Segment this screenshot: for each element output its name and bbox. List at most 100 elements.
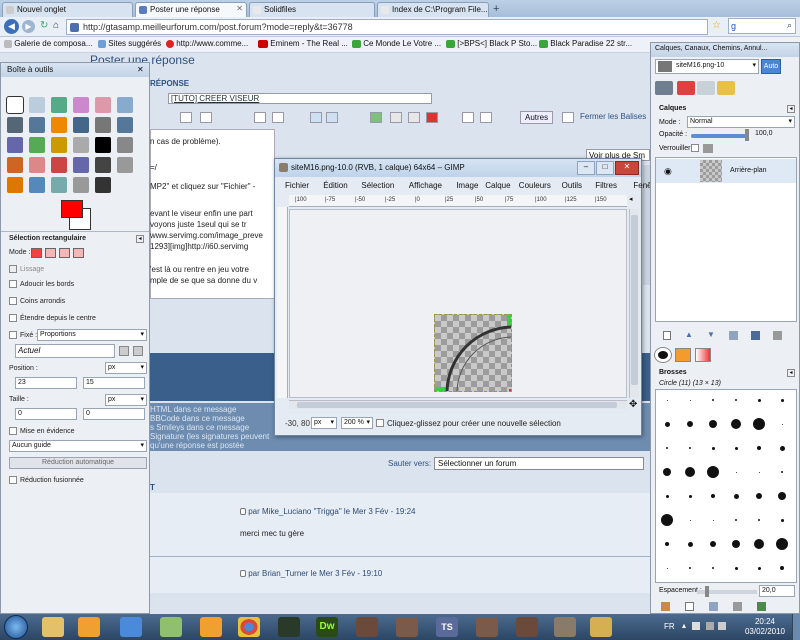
auto-button[interactable]: Auto bbox=[761, 59, 781, 74]
brush-item[interactable] bbox=[757, 446, 761, 450]
menu-item[interactable]: Image bbox=[456, 181, 478, 190]
brush-item[interactable] bbox=[661, 514, 673, 526]
brush-item[interactable] bbox=[758, 519, 760, 521]
checkbox[interactable] bbox=[9, 476, 17, 484]
tool-icon[interactable] bbox=[6, 96, 24, 114]
tool-icon[interactable] bbox=[117, 117, 133, 133]
brush-item[interactable] bbox=[733, 493, 739, 499]
brush-item[interactable] bbox=[757, 566, 761, 570]
menu-icon[interactable]: ◂ bbox=[787, 369, 795, 377]
spacing-input[interactable]: 20,0 bbox=[759, 585, 795, 597]
navigate-icon[interactable]: ◂ bbox=[629, 195, 639, 207]
tab-new[interactable]: Nouvel onglet bbox=[2, 2, 133, 17]
size-width-input[interactable]: 0 bbox=[15, 408, 77, 420]
game-icon[interactable] bbox=[396, 617, 418, 637]
move-icon[interactable]: ✥ bbox=[629, 399, 637, 410]
table-icon[interactable] bbox=[390, 112, 402, 123]
align-icon[interactable] bbox=[254, 112, 266, 123]
tool-icon[interactable] bbox=[7, 117, 23, 133]
bookmark-item[interactable]: Sites suggérés bbox=[98, 39, 161, 48]
list-icon[interactable] bbox=[200, 112, 212, 123]
tool-icon[interactable] bbox=[95, 137, 111, 153]
checkbox[interactable] bbox=[9, 265, 17, 273]
menu-item[interactable]: Couleurs bbox=[519, 181, 551, 190]
brush-item[interactable] bbox=[754, 539, 764, 549]
image-select[interactable]: siteM16.png-10 ▾ bbox=[655, 59, 759, 74]
game-icon[interactable] bbox=[516, 617, 538, 637]
brush-item[interactable] bbox=[712, 567, 714, 569]
dreamweaver-icon[interactable]: Dw bbox=[316, 617, 338, 637]
raise-layer-icon[interactable]: ▲ bbox=[685, 330, 693, 339]
brush-item[interactable] bbox=[732, 540, 740, 548]
foreground-color-swatch[interactable] bbox=[61, 200, 83, 218]
checkbox[interactable] bbox=[9, 297, 17, 305]
eye-icon[interactable]: ◉ bbox=[664, 166, 672, 177]
horizontal-scrollbar[interactable] bbox=[289, 400, 627, 409]
brush-item[interactable] bbox=[731, 419, 741, 429]
zoom-select[interactable]: 200 % ▾ bbox=[341, 417, 373, 429]
anchor-icon[interactable] bbox=[751, 331, 760, 340]
scrollbar-thumb[interactable] bbox=[631, 215, 638, 385]
bookmark-item[interactable]: Ce Monde Le Votre ... bbox=[352, 39, 441, 48]
close-icon[interactable]: ✕ bbox=[137, 65, 144, 74]
brush-item[interactable] bbox=[688, 494, 692, 498]
channels-tab-icon[interactable] bbox=[677, 81, 695, 95]
brush-item[interactable] bbox=[711, 446, 715, 450]
url-input[interactable]: http://gtasamp.meilleurforum.com/post.fo… bbox=[66, 19, 708, 35]
checkbox[interactable] bbox=[9, 331, 17, 339]
tool-icon[interactable] bbox=[7, 177, 23, 193]
tool-icon[interactable] bbox=[29, 177, 45, 193]
paths-tab-icon[interactable] bbox=[697, 81, 715, 95]
tool-icon[interactable] bbox=[73, 157, 89, 173]
teamspeak-icon[interactable]: TS bbox=[436, 617, 458, 637]
tool-icon[interactable] bbox=[51, 177, 67, 193]
brush-item[interactable] bbox=[666, 447, 668, 449]
chrome-icon[interactable] bbox=[238, 617, 260, 637]
menu-item[interactable]: Affichage bbox=[409, 181, 442, 190]
bookmark-item[interactable]: [>BPS<] Black P Sto... bbox=[446, 39, 537, 48]
brush-item[interactable] bbox=[709, 420, 717, 428]
tool-icon[interactable] bbox=[7, 157, 23, 173]
antialias-option[interactable]: Lissage bbox=[9, 265, 44, 273]
brush-item[interactable] bbox=[781, 423, 783, 425]
brush-item[interactable] bbox=[757, 398, 761, 402]
brush-item[interactable] bbox=[685, 467, 695, 477]
checkbox[interactable] bbox=[9, 314, 17, 322]
tool-icon[interactable] bbox=[73, 177, 89, 193]
brush-item[interactable] bbox=[664, 421, 670, 427]
bookmark-item[interactable]: Galerie de composa... bbox=[4, 39, 93, 48]
tool-icon[interactable] bbox=[51, 157, 67, 173]
lower-layer-icon[interactable]: ▼ bbox=[707, 330, 715, 339]
language-indicator[interactable]: FR bbox=[664, 622, 675, 631]
tool-icon[interactable] bbox=[29, 97, 45, 113]
headphones-icon[interactable] bbox=[200, 617, 222, 637]
bookmark-item[interactable]: http://www.comme... bbox=[166, 39, 248, 48]
unit-select[interactable]: px ▾ bbox=[311, 417, 337, 429]
menu-item[interactable]: Filtres bbox=[595, 181, 617, 190]
brush-item[interactable] bbox=[758, 471, 760, 473]
patterns-tab-icon[interactable] bbox=[675, 348, 691, 362]
link-icon[interactable] bbox=[310, 112, 322, 123]
duplicate-layer-icon[interactable] bbox=[729, 331, 738, 340]
lock-alpha-icon[interactable] bbox=[703, 144, 713, 153]
position-unit-select[interactable]: px ▾ bbox=[105, 362, 147, 374]
brush-item[interactable] bbox=[778, 492, 786, 500]
delete-icon[interactable] bbox=[733, 602, 742, 611]
brush-item[interactable] bbox=[707, 466, 719, 478]
checkbox[interactable] bbox=[9, 427, 17, 435]
new-layer-icon[interactable] bbox=[663, 331, 671, 340]
back-icon[interactable]: ◀ bbox=[4, 19, 19, 34]
brush-item[interactable] bbox=[780, 518, 784, 522]
others-button[interactable]: Autres bbox=[520, 111, 554, 124]
align-icon[interactable] bbox=[272, 112, 284, 123]
home-icon[interactable]: ⌂ bbox=[53, 20, 59, 31]
search-icon[interactable]: ⌕ bbox=[787, 20, 792, 31]
brush-item[interactable] bbox=[666, 399, 668, 401]
new-tab-icon[interactable]: + bbox=[493, 3, 499, 15]
menu-icon[interactable]: ◂ bbox=[787, 105, 795, 113]
size-unit-select[interactable]: px ▾ bbox=[105, 394, 147, 406]
tool-icon[interactable] bbox=[95, 157, 111, 173]
brush-item[interactable] bbox=[776, 538, 788, 550]
tray-app-icon[interactable] bbox=[692, 622, 700, 630]
tool-icon[interactable] bbox=[95, 117, 111, 133]
